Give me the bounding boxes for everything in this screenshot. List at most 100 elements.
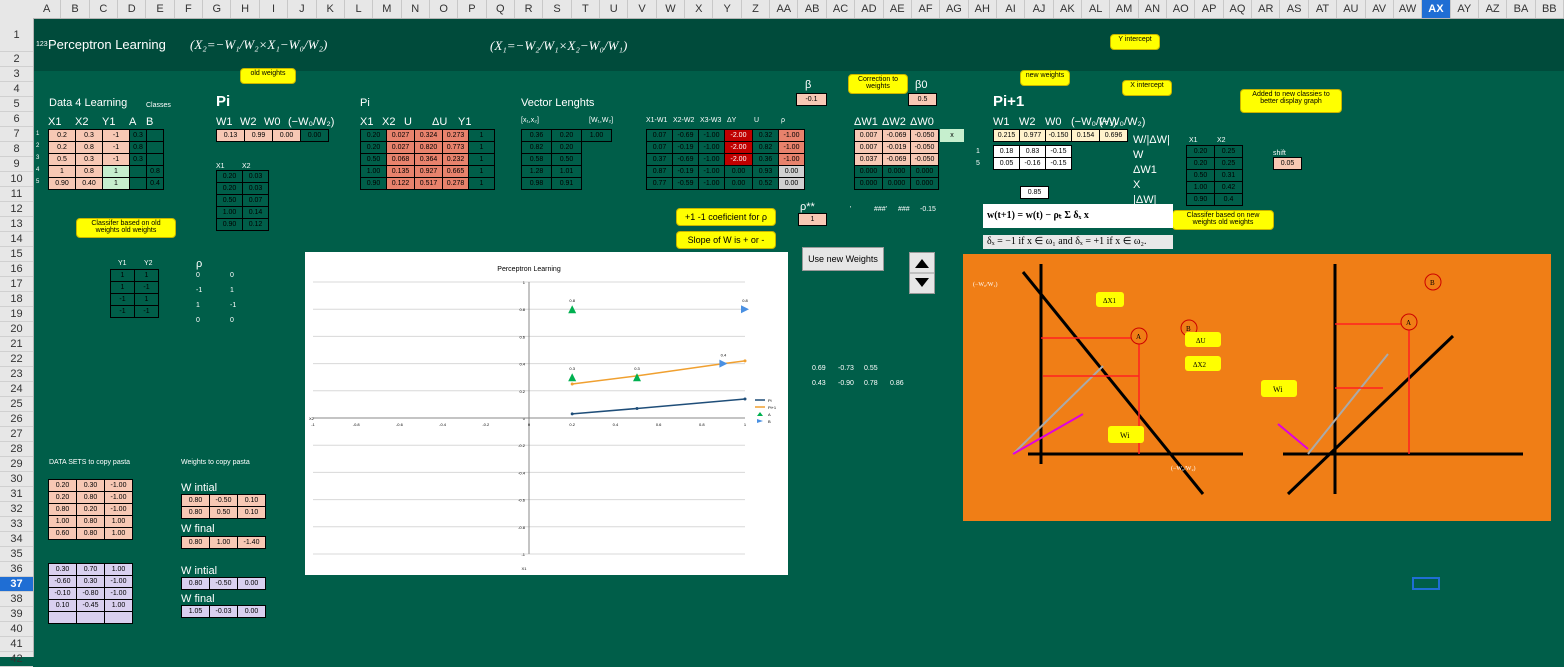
table-cell[interactable]: -1.00 bbox=[778, 141, 805, 154]
column-header-ac[interactable]: AC bbox=[827, 0, 856, 18]
table-cell[interactable]: 1.00 bbox=[209, 536, 238, 549]
column-header-ay[interactable]: AY bbox=[1451, 0, 1479, 18]
table-cell[interactable]: 0.30 bbox=[76, 479, 105, 492]
table-cell[interactable]: 0.2 bbox=[48, 141, 76, 154]
column-header-an[interactable]: AN bbox=[1139, 0, 1168, 18]
row-header-31[interactable]: 31 bbox=[0, 487, 33, 502]
table-cell[interactable]: -0.45 bbox=[76, 599, 105, 612]
table-cell[interactable]: 0.3 bbox=[75, 129, 103, 142]
table-cell[interactable]: -0.03 bbox=[209, 605, 238, 618]
table-cell[interactable]: 0.000 bbox=[882, 177, 911, 190]
table-cell[interactable]: 0.36 bbox=[752, 153, 779, 166]
table-cell[interactable]: 0.20 bbox=[1186, 157, 1215, 170]
row-header-38[interactable]: 38 bbox=[0, 592, 33, 607]
table-cell[interactable]: 0.00 bbox=[237, 577, 266, 590]
table-cell[interactable]: 0.58 bbox=[521, 153, 552, 166]
table-cell[interactable]: -2.00 bbox=[724, 129, 753, 142]
table-cell[interactable]: 0.000 bbox=[854, 177, 883, 190]
table-cell[interactable]: -1.00 bbox=[778, 153, 805, 166]
table-cell[interactable]: -1.00 bbox=[698, 141, 725, 154]
table-cell[interactable]: 0.5 bbox=[48, 153, 76, 166]
table-cell[interactable]: 0.40 bbox=[75, 177, 103, 190]
table-cell[interactable]: -0.15 bbox=[1045, 157, 1072, 170]
row-header-4[interactable]: 4 bbox=[0, 82, 33, 97]
table-cell[interactable] bbox=[129, 177, 147, 190]
table-cell[interactable]: -1.00 bbox=[104, 491, 133, 504]
table-cell[interactable]: 1 bbox=[134, 293, 159, 306]
table-cell[interactable]: 1.00 bbox=[360, 165, 387, 178]
column-header-j[interactable]: J bbox=[288, 0, 317, 18]
table-cell[interactable]: 0.364 bbox=[414, 153, 443, 166]
table-cell[interactable]: -1.00 bbox=[698, 165, 725, 178]
table-cell[interactable]: 0.32 bbox=[752, 129, 779, 142]
table-cell[interactable]: 0.00 bbox=[778, 165, 805, 178]
row-header-29[interactable]: 29 bbox=[0, 457, 33, 472]
table-cell[interactable]: -1.00 bbox=[698, 177, 725, 190]
table-cell[interactable]: 0.80 bbox=[76, 515, 105, 528]
table-cell[interactable]: 0.77 bbox=[646, 177, 673, 190]
table-cell[interactable]: 0.20 bbox=[216, 170, 243, 183]
spin-button[interactable] bbox=[909, 252, 935, 294]
column-header-y[interactable]: Y bbox=[713, 0, 742, 18]
row-header-41[interactable]: 41 bbox=[0, 637, 33, 652]
column-header-v[interactable]: V bbox=[628, 0, 657, 18]
column-header-as[interactable]: AS bbox=[1280, 0, 1309, 18]
dw-x-cell[interactable]: x bbox=[940, 129, 964, 142]
table-cell[interactable]: 0.324 bbox=[414, 129, 443, 142]
column-header-o[interactable]: O bbox=[430, 0, 459, 18]
row-header-34[interactable]: 34 bbox=[0, 532, 33, 547]
table-cell[interactable]: 1 bbox=[102, 165, 130, 178]
table-cell[interactable]: 0.00 bbox=[272, 129, 301, 142]
table-cell[interactable]: 0.52 bbox=[752, 177, 779, 190]
column-header-z[interactable]: Z bbox=[742, 0, 771, 18]
table-cell[interactable]: 1.00 bbox=[1186, 181, 1215, 194]
table-cell[interactable]: -1.40 bbox=[237, 536, 266, 549]
column-header-ae[interactable]: AE bbox=[884, 0, 912, 18]
table-cell[interactable]: 0.3 bbox=[129, 129, 147, 142]
column-header-i[interactable]: I bbox=[260, 0, 289, 18]
row-header-35[interactable]: 35 bbox=[0, 547, 33, 562]
column-header-at[interactable]: AT bbox=[1309, 0, 1338, 18]
table-cell[interactable]: 0.25 bbox=[1214, 157, 1243, 170]
table-cell[interactable]: -0.59 bbox=[672, 177, 699, 190]
row-header-40[interactable]: 40 bbox=[0, 622, 33, 637]
table-cell[interactable] bbox=[146, 141, 164, 154]
table-cell[interactable]: 0.20 bbox=[216, 182, 243, 195]
beta-value[interactable]: -0.1 bbox=[796, 93, 827, 106]
row-header-12[interactable]: 12 bbox=[0, 202, 33, 217]
table-cell[interactable]: 0.517 bbox=[414, 177, 443, 190]
row-header-6[interactable]: 6 bbox=[0, 112, 33, 127]
table-cell[interactable]: 0.00 bbox=[237, 605, 266, 618]
row-header-28[interactable]: 28 bbox=[0, 442, 33, 457]
column-header-az[interactable]: AZ bbox=[1479, 0, 1508, 18]
table-cell[interactable]: 0.027 bbox=[386, 129, 415, 142]
column-header-n[interactable]: N bbox=[402, 0, 430, 18]
table-cell[interactable]: 0.70 bbox=[76, 563, 105, 576]
table-cell[interactable]: 0.10 bbox=[48, 599, 77, 612]
table-cell[interactable]: 0.07 bbox=[646, 129, 673, 142]
table-cell[interactable]: -0.19 bbox=[672, 165, 699, 178]
column-header-ax[interactable]: AX bbox=[1422, 0, 1451, 18]
column-header-c[interactable]: C bbox=[90, 0, 119, 18]
table-cell[interactable]: 0.000 bbox=[910, 177, 939, 190]
table-cell[interactable]: 0.30 bbox=[48, 563, 77, 576]
table-cell[interactable]: 0.20 bbox=[48, 491, 77, 504]
table-cell[interactable]: -0.19 bbox=[672, 141, 699, 154]
chart-panel[interactable]: Perceptron Learning 1 0.8 0.6 0.4 0.2 0 -0.2 -0.… bbox=[305, 252, 788, 575]
row-header-11[interactable]: 11 bbox=[0, 187, 33, 202]
table-cell[interactable]: 0.31 bbox=[1214, 169, 1243, 182]
table-cell[interactable]: 0.07 bbox=[646, 141, 673, 154]
table-cell[interactable]: -1.00 bbox=[104, 575, 133, 588]
table-cell[interactable]: 0.05 bbox=[993, 157, 1020, 170]
table-cell[interactable]: 0.50 bbox=[216, 194, 243, 207]
row-header-32[interactable]: 32 bbox=[0, 502, 33, 517]
table-cell[interactable]: 0.80 bbox=[48, 503, 77, 516]
column-header-al[interactable]: AL bbox=[1082, 0, 1111, 18]
table-cell[interactable]: 0.278 bbox=[442, 177, 469, 190]
table-cell[interactable]: 0.037 bbox=[854, 153, 883, 166]
row-header-42[interactable]: 42 bbox=[0, 652, 33, 667]
table-cell[interactable]: 0.91 bbox=[551, 177, 582, 190]
table-cell[interactable]: 0.03 bbox=[242, 170, 269, 183]
table-cell[interactable]: -1 bbox=[102, 129, 130, 142]
table-cell[interactable]: 0.4 bbox=[146, 177, 164, 190]
